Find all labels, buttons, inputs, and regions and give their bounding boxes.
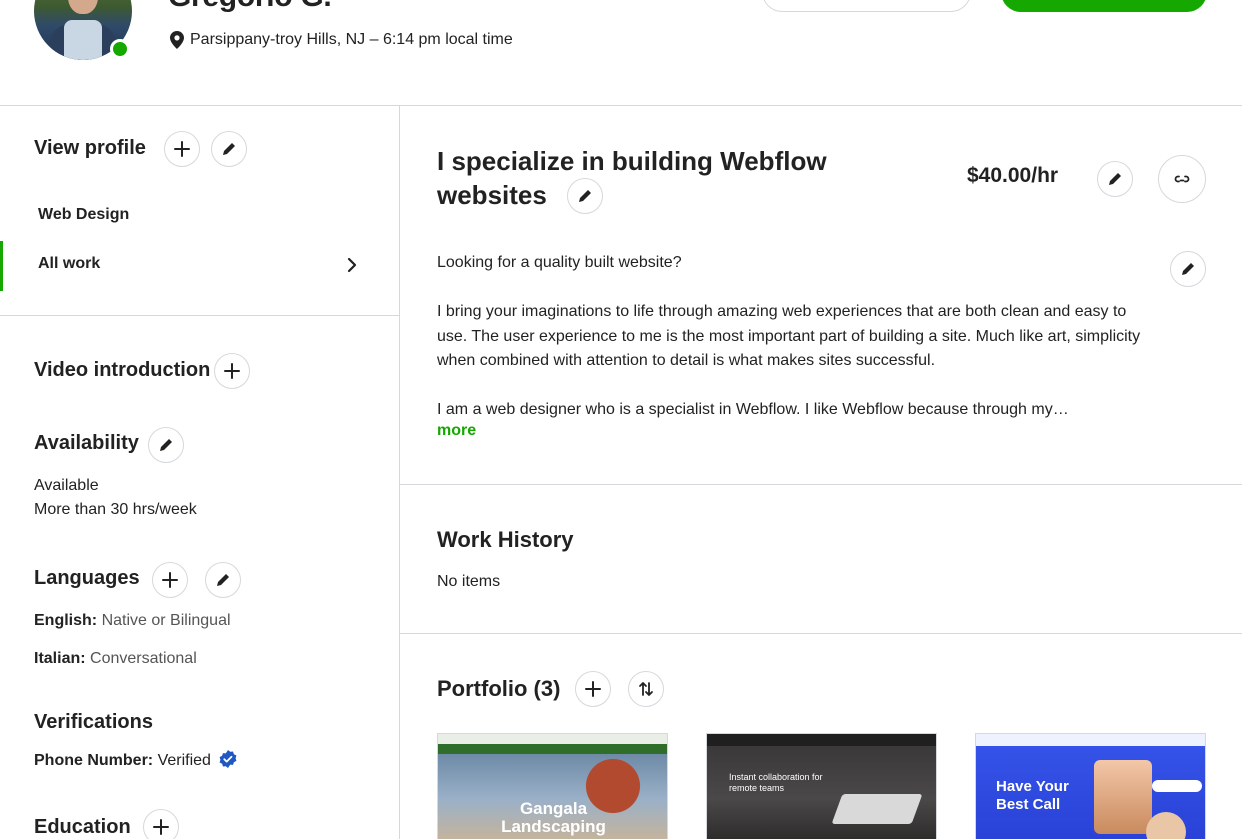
add-video-button[interactable] [214,353,250,389]
pencil-icon [160,439,172,451]
add-language-button[interactable] [152,562,188,598]
hourly-rate: $40.00/hr [967,164,1059,187]
add-education-button[interactable] [143,809,179,839]
language-row: Italian: Conversational [34,650,197,668]
sidebar-item-all-work[interactable]: All work [38,255,100,273]
link-icon [1174,175,1190,183]
overview-paragraph: Looking for a quality built website? [437,254,682,271]
availability-status: Available [34,477,99,494]
edit-overview-button[interactable] [1170,251,1206,287]
active-indicator [0,241,3,291]
chevron-right-icon[interactable] [343,256,361,274]
person-photo [1146,812,1186,839]
pencil-icon [1182,263,1194,275]
edit-profiles-button[interactable] [211,131,247,167]
laptop-graphic [831,794,923,824]
work-history-empty: No items [437,573,501,590]
location-pin-icon [170,31,184,49]
header-secondary-button[interactable] [762,0,971,12]
plus-icon [224,363,240,379]
location-text: Parsippany-troy Hills, NJ – 6:14 pm loca… [190,31,513,48]
portfolio-caption: Gangala [519,799,588,818]
caption-line: Best Call [996,796,1061,813]
sidebar-item-web-design[interactable]: Web Design [38,206,129,224]
portfolio-item[interactable]: Gangala Landscaping [437,733,668,839]
languages-title: Languages [34,567,140,589]
profile-header: Gregorio G. Parsippany-troy Hills, NJ – … [0,0,1242,106]
availability-title: Availability [34,432,139,454]
profile-main: I specialize in building Webflow website… [400,106,1242,839]
location-line: Parsippany-troy Hills, NJ – 6:14 pm loca… [170,31,513,49]
overview-paragraph: I bring your imaginations to life throug… [437,303,1141,369]
pencil-icon [579,190,591,202]
headline-text: I specialize in building Webflow website… [437,146,827,210]
ui-card-graphic [1152,780,1202,792]
availability-hours: More than 30 hrs/week [34,501,197,518]
avatar-face [68,0,98,14]
portfolio-caption: Landscaping [501,817,606,836]
language-level: Native or Bilingual [101,612,231,629]
portfolio-item[interactable]: Have Your Best Call [975,733,1206,839]
profile-sidebar: View profile Web Design All work Video i… [0,106,400,839]
language-name: English: [34,612,98,629]
online-status-indicator [110,39,130,59]
section-divider [400,484,1242,485]
copy-link-button[interactable] [1158,155,1206,203]
phone-verification: Phone Number: Verified [34,750,237,770]
add-portfolio-button[interactable] [575,671,611,707]
verification-value: Verified [157,752,211,769]
portfolio-item[interactable]: Instant collaboration for remote teams [706,733,937,839]
reorder-portfolio-button[interactable] [628,671,664,707]
verified-badge-icon [220,750,237,768]
pencil-icon [217,574,229,586]
show-more-link[interactable]: more [437,422,476,440]
overview-paragraph: I am a web designer who is a specialist … [437,401,1069,418]
verification-label: Phone Number: [34,752,154,769]
profile-overview: Looking for a quality built website? I b… [437,251,1157,447]
portfolio-caption: Have Your Best Call [996,778,1069,814]
profile-headline: I specialize in building Webflow website… [437,144,867,212]
language-level: Conversational [90,650,197,667]
edit-rate-button[interactable] [1097,161,1133,197]
plus-icon [162,572,178,588]
verifications-title: Verifications [34,711,153,733]
sidebar-divider [0,315,400,316]
pencil-icon [223,143,235,155]
edit-languages-button[interactable] [205,562,241,598]
view-profile-title: View profile [34,137,146,159]
add-specialized-profile-button[interactable] [164,131,200,167]
caption-line: Have Your [996,778,1069,795]
plus-icon [174,141,190,157]
portfolio-caption: Instant collaboration for remote teams [729,772,823,794]
language-name: Italian: [34,650,86,667]
freelancer-name: Gregorio G. [168,0,332,14]
plus-icon [585,681,601,697]
sort-arrows-icon [639,682,653,696]
plus-icon [153,819,169,835]
caption-line: remote teams [729,783,785,793]
video-intro-title: Video introduction [34,359,211,381]
avatar-shirt [64,20,102,60]
education-title: Education [34,816,131,838]
language-row: English: Native or Bilingual [34,612,231,630]
person-photo [1094,760,1152,834]
header-primary-button[interactable] [1001,0,1207,12]
portfolio-title: Portfolio (3) [437,676,561,701]
caption-line: Instant collaboration for [729,772,823,782]
work-history-title: Work History [437,527,574,552]
edit-availability-button[interactable] [148,427,184,463]
edit-headline-button[interactable] [567,178,603,214]
section-divider [400,633,1242,634]
pencil-icon [1109,173,1121,185]
